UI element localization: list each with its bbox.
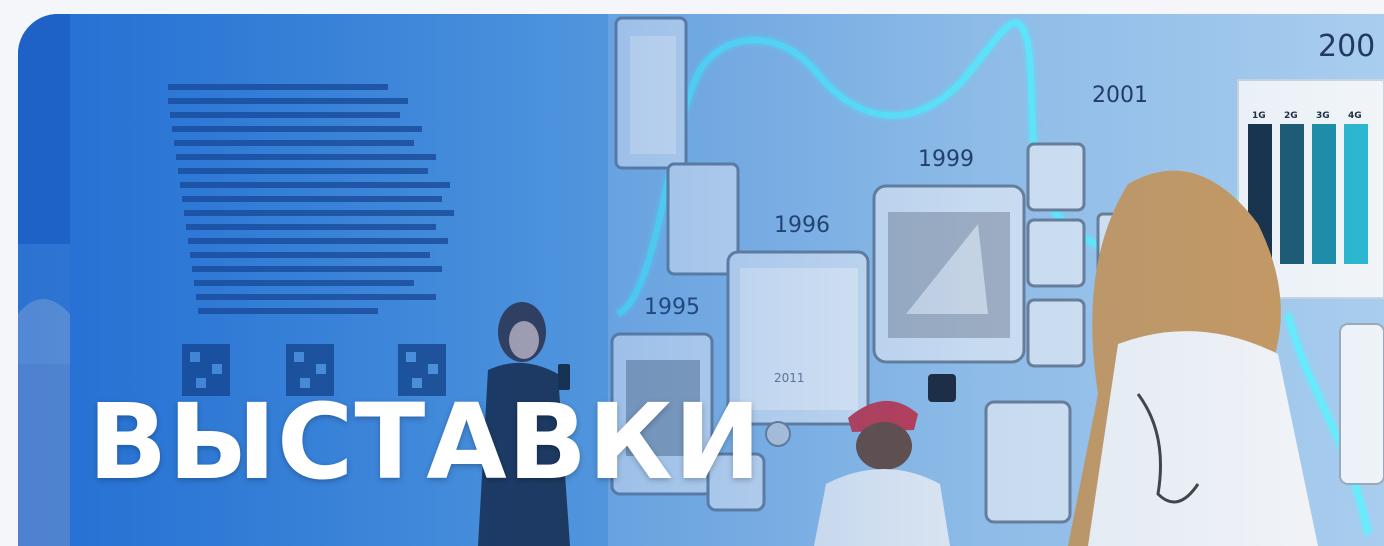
exhibitions-banner[interactable]: 1995 1996 1999 2001 200 2011 1G2G3G4G [18,14,1384,546]
banner-title: ВЫСТАВКИ [88,381,763,503]
